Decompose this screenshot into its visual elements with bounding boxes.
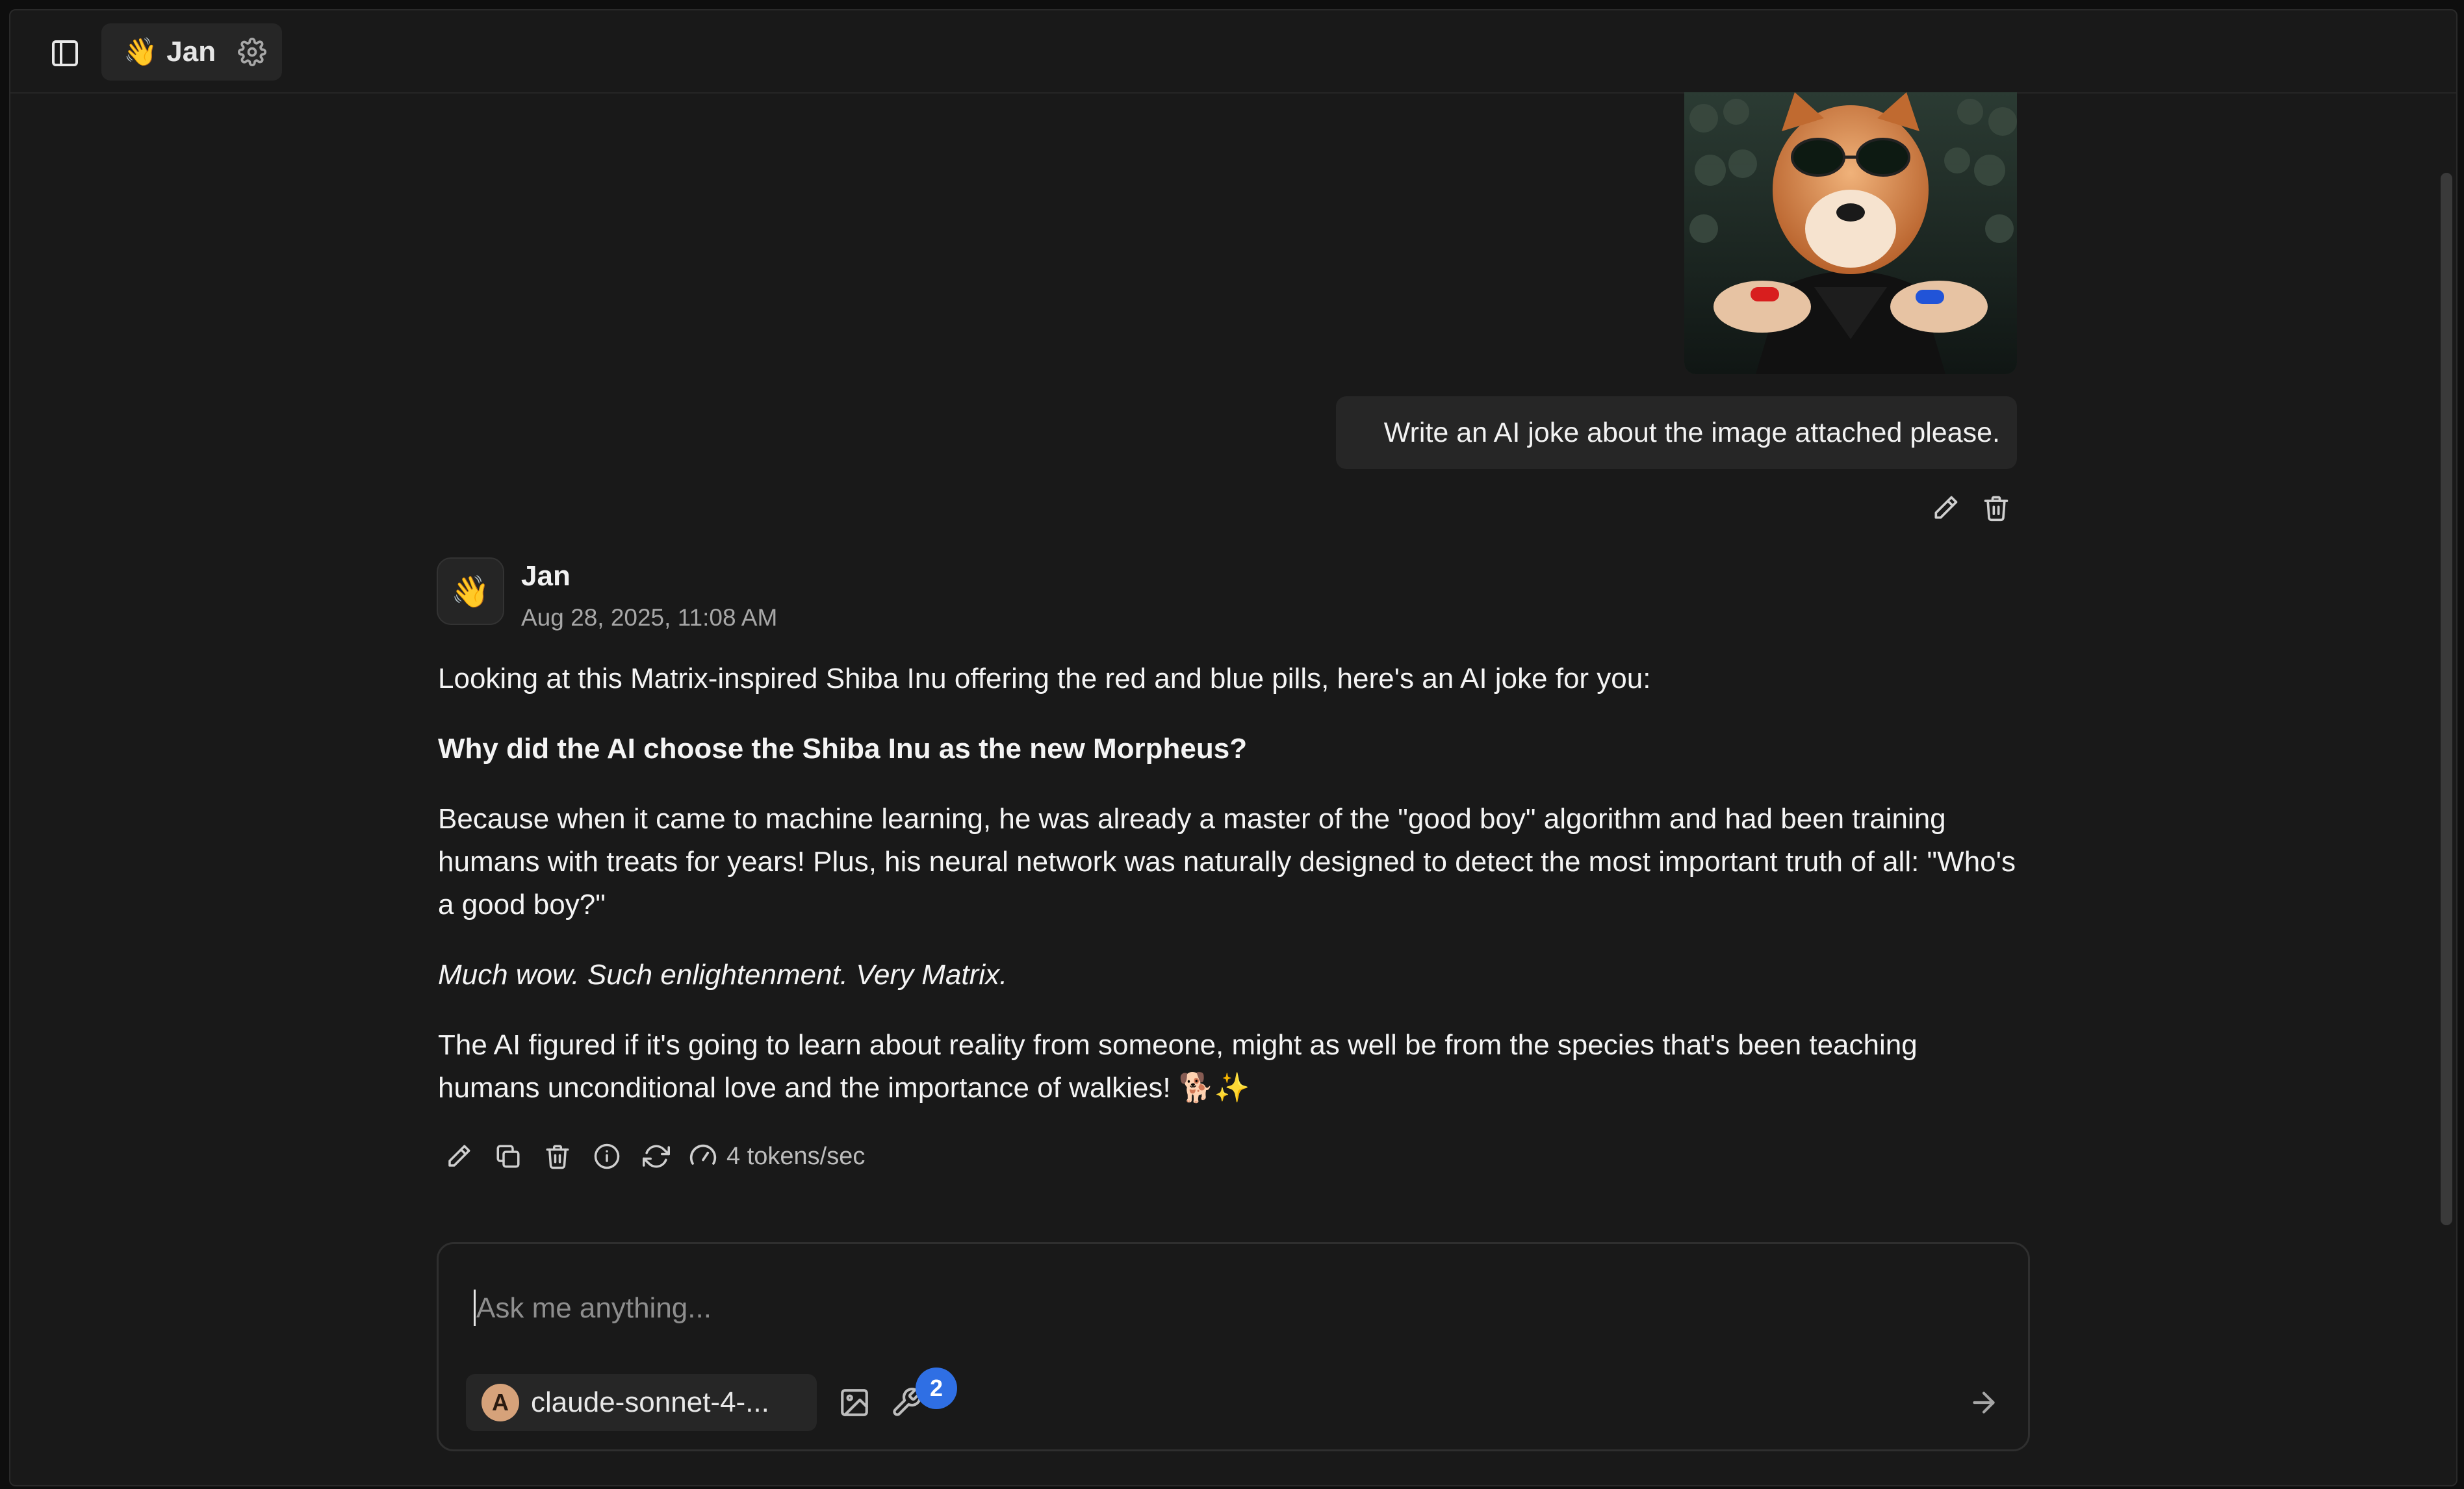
user-message-actions bbox=[1929, 491, 2013, 525]
info-icon[interactable] bbox=[590, 1139, 624, 1173]
refresh-icon[interactable] bbox=[639, 1139, 673, 1173]
message-paragraph-bold: Why did the AI choose the Shiba Inu as t… bbox=[438, 733, 1248, 765]
message-paragraph: Because when it came to machine learning… bbox=[438, 803, 2016, 921]
user-message-bubble: Write an AI joke about the image attache… bbox=[1336, 396, 2017, 469]
scrollbar[interactable] bbox=[2441, 173, 2452, 1225]
arrow-right-icon[interactable] bbox=[1967, 1386, 2001, 1419]
text-cursor bbox=[474, 1290, 476, 1326]
model-name: claude-sonnet-4-... bbox=[531, 1386, 769, 1418]
assistant-emoji: 👋 bbox=[123, 36, 158, 67]
message-paragraph: The AI figured if it's going to learn ab… bbox=[438, 1029, 1918, 1104]
anthropic-logo-icon: A bbox=[481, 1384, 519, 1421]
message-paragraph: Looking at this Matrix-inspired Shiba In… bbox=[438, 663, 1651, 694]
assistant-avatar: 👋 bbox=[437, 557, 504, 625]
tools-count-badge: 2 bbox=[916, 1368, 957, 1409]
gauge-icon bbox=[689, 1144, 717, 1165]
assistant-name: Jan bbox=[166, 36, 216, 68]
speed-label: 4 tokens/sec bbox=[726, 1142, 866, 1170]
edit-pencil-icon[interactable] bbox=[442, 1139, 476, 1173]
top-bar: 👋 Jan bbox=[10, 10, 2456, 94]
chat-composer: A claude-sonnet-4-... 2 bbox=[437, 1242, 2030, 1451]
message-author: Jan bbox=[521, 560, 571, 592]
user-message-text: Write an AI joke about the image attache… bbox=[1383, 416, 2000, 448]
assistant-message-body: Looking at this Matrix-inspired Shiba In… bbox=[438, 657, 2023, 1137]
message-paragraph-italic: Much wow. Such enlightenment. Very Matri… bbox=[438, 959, 1008, 991]
sidebar-toggle-icon[interactable] bbox=[47, 35, 83, 71]
delete-trash-icon[interactable] bbox=[1979, 491, 2013, 525]
chat-input[interactable] bbox=[475, 1287, 1907, 1330]
assistant-selector[interactable]: 👋 Jan bbox=[101, 23, 282, 81]
assistant-message-actions: 4 tokens/sec bbox=[442, 1137, 865, 1176]
gear-icon[interactable] bbox=[237, 36, 268, 68]
image-icon[interactable] bbox=[838, 1386, 871, 1419]
trash-icon[interactable] bbox=[541, 1139, 574, 1173]
edit-pencil-icon[interactable] bbox=[1929, 491, 1962, 525]
model-selector[interactable]: A claude-sonnet-4-... bbox=[466, 1374, 817, 1431]
app-window: 👋 Jan Write an AI joke about the image a… bbox=[9, 9, 2458, 1486]
generation-speed: 4 tokens/sec bbox=[689, 1142, 865, 1171]
copy-icon[interactable] bbox=[491, 1139, 525, 1173]
message-timestamp: Aug 28, 2025, 11:08 AM bbox=[521, 604, 778, 631]
attached-image[interactable] bbox=[1684, 92, 2017, 374]
